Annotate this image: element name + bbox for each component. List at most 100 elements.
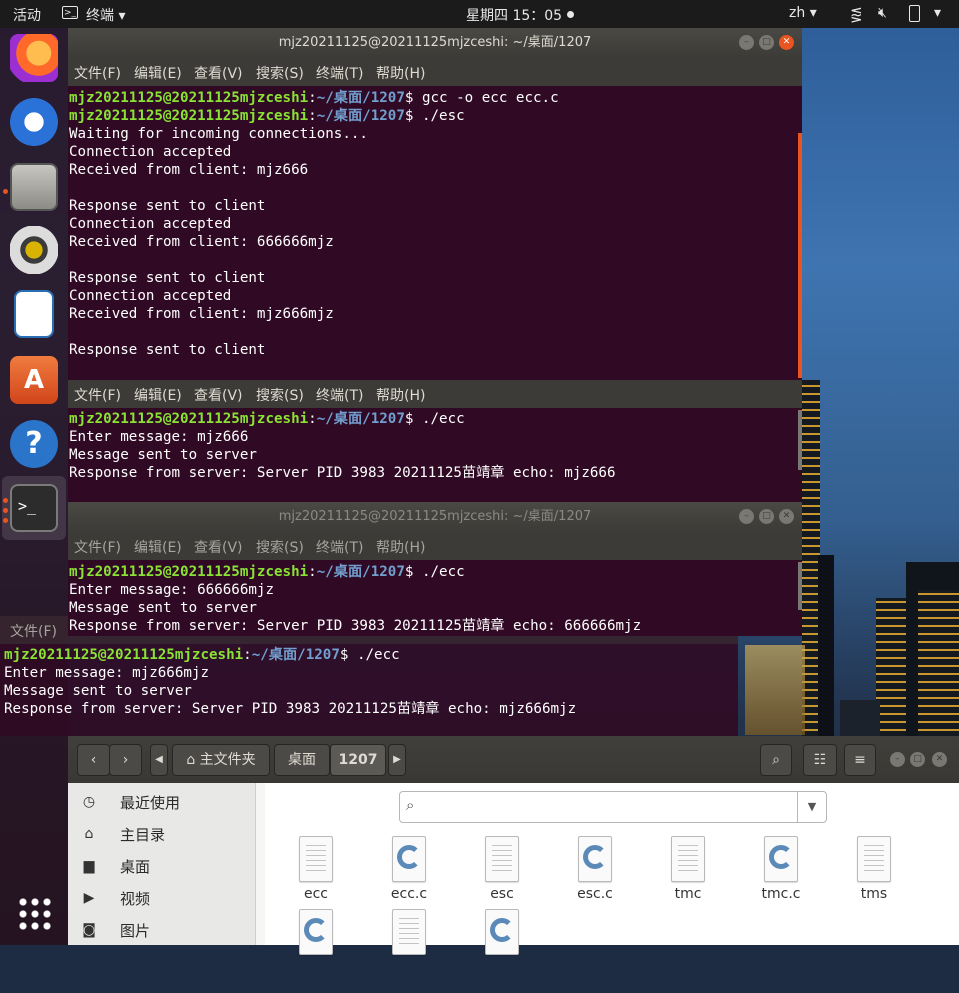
rhythmbox-icon[interactable] [10,226,58,274]
breadcrumb-desktop[interactable]: 桌面 [274,744,330,776]
menu-item[interactable]: 文件(F) [74,63,121,83]
window-titlebar[interactable]: mjz20211125@20211125mjzceshi: ~/桌面/1207 [68,502,802,532]
breadcrumb-home-label: 主文件夹 [199,752,256,768]
terminal-window-3[interactable]: mjz20211125@20211125mjzceshi: ~/桌面/1207 … [68,502,802,636]
maximize-icon[interactable]: □ [910,752,925,767]
menu-item[interactable]: 文件(F) [74,537,121,557]
dock: A ? >_ [0,28,68,945]
libreoffice-writer-icon[interactable] [14,290,54,338]
minimize-icon[interactable]: – [890,752,905,767]
network-icon[interactable]: ⪏ [850,5,863,23]
terminal-window-1[interactable]: mjz20211125@20211125mjzceshi: ~/桌面/1207 … [68,28,802,380]
executable-file-icon [671,836,705,882]
scrollbar[interactable] [798,133,802,378]
window-title: mjz20211125@20211125mjzceshi: ~/桌面/1207 [278,509,592,524]
menu-item[interactable]: 编辑(E) [134,385,182,405]
file-item[interactable]: tmc.c [744,836,818,920]
menu-item[interactable]: 搜索(S) [256,385,304,405]
battery-icon[interactable] [909,5,920,22]
terminal-icon[interactable]: >_ [10,484,58,532]
c-source-file-icon [392,836,426,882]
app-menu-button[interactable]: 终端 ▾ [86,5,125,25]
minimize-icon[interactable]: – [739,35,754,50]
menu-item[interactable]: 查看(V) [194,385,243,405]
show-applications-icon[interactable] [17,896,51,930]
files-icon[interactable] [10,163,58,211]
forward-icon[interactable]: › [109,744,142,776]
volume-icon[interactable]: 🔇︎ [878,5,887,21]
sidebar-item-recent[interactable]: ◷ 最近使用 [68,786,255,818]
scrollbar[interactable] [798,410,802,470]
menu-item[interactable]: 终端(T) [316,385,363,405]
maximize-icon[interactable]: □ [759,509,774,524]
file-item[interactable]: tmc [651,836,725,920]
menu-item[interactable]: 帮助(H) [376,537,425,557]
text-rule [399,923,419,924]
c-letter-icon [583,845,607,869]
path-right-icon[interactable]: ▶ [388,744,406,776]
breadcrumb-1207[interactable]: 1207 [330,744,386,776]
help-icon[interactable]: ? [10,420,58,468]
top-bar: 活动 >_ 终端 ▾ 星期四 15：05 zh ▾ ⪏ 🔇︎ ▾ [0,0,959,28]
close-icon[interactable]: ✕ [779,509,794,524]
file-item[interactable]: esc [465,836,539,920]
sidebar-item-desktop[interactable]: ▆ 桌面 [68,850,255,882]
file-item[interactable]: tms [837,836,911,920]
file-item[interactable]: ecc.c [372,836,446,920]
file-manager-window[interactable]: ‹ › ◀ ⌂ 主文件夹 桌面 1207 ▶ ⌕ ☷ ≡ – □ ✕ ◷ 最近使用… [68,736,959,955]
system-menu-arrow-icon[interactable]: ▾ [934,5,941,21]
file-item[interactable]: ecc [279,836,353,920]
path-left-icon[interactable]: ◀ [150,744,168,776]
hamburger-menu-icon[interactable]: ≡ [844,744,876,776]
view-toggle-icon[interactable]: ☷ [803,744,837,776]
clock-label: 星期四 15：05 [466,8,563,24]
window-titlebar[interactable]: mjz20211125@20211125mjzceshi: ~/桌面/1207 [68,28,802,58]
search-input[interactable]: ⌕ ▼ [399,791,827,823]
file-name: ecc.c [390,886,428,902]
file-item[interactable]: esc.c [558,836,632,920]
search-icon[interactable]: ⌕ [760,744,792,776]
menu-file[interactable]: 文件(F) [10,621,57,641]
terminal-window-2[interactable]: 文件(F) 编辑(E) 查看(V) 搜索(S) 终端(T) 帮助(H) mjz202111… [68,380,802,502]
menu-item[interactable]: 终端(T) [316,537,363,557]
software-center-icon[interactable]: A [10,356,58,404]
menu-item[interactable]: 帮助(H) [376,63,425,83]
firefox-icon[interactable] [10,34,58,82]
menu-item[interactable]: 查看(V) [194,63,243,83]
menu-item[interactable]: 帮助(H) [376,385,425,405]
dropdown-arrow-icon[interactable]: ▼ [797,792,826,822]
back-icon[interactable]: ‹ [77,744,110,776]
menu-item[interactable]: 编辑(E) [134,537,182,557]
file-item[interactable] [372,909,446,993]
minimize-icon[interactable]: – [739,509,754,524]
thunderbird-icon[interactable] [10,98,58,146]
menu-item[interactable]: 终端(T) [316,63,363,83]
input-method-menu[interactable]: zh ▾ [789,5,817,21]
prompt-user: mjz20211125@20211125mjzceshi [69,108,309,124]
sidebar-item-label: 桌面 [120,858,151,876]
sidebar-item-pictures[interactable]: ◙ 图片 [68,914,255,946]
menubar: 文件(F) 编辑(E) 查看(V) 搜索(S) 终端(T) 帮助(H) [68,58,802,86]
close-icon[interactable]: ✕ [779,35,794,50]
terminal-output: mjz20211125@20211125mjzceshi:~/桌面/1207$ … [69,410,616,482]
menu-item[interactable]: 搜索(S) [256,63,304,83]
output-line: Received from client: 666666mjz [69,234,334,250]
menu-item[interactable]: 查看(V) [194,537,243,557]
menu-item[interactable]: 编辑(E) [134,63,182,83]
clock[interactable]: 星期四 15：05 [466,5,574,25]
close-icon[interactable]: ✕ [932,752,947,767]
menu-item[interactable]: 搜索(S) [256,537,304,557]
file-item[interactable] [279,909,353,993]
sidebar-item-home[interactable]: ⌂ 主目录 [68,818,255,850]
activities-button[interactable]: 活动 [13,5,41,25]
folder-icon: ▆ [83,858,95,874]
breadcrumb-home[interactable]: ⌂ 主文件夹 [172,744,270,776]
sidebar-item-videos[interactable]: ▶ 视频 [68,882,255,914]
menu-item[interactable]: 文件(F) [74,385,121,405]
running-indicator [3,189,8,194]
file-item[interactable] [465,909,539,993]
scrollbar[interactable] [798,562,802,610]
text-rule [864,850,884,851]
maximize-icon[interactable]: □ [759,35,774,50]
command-text: gcc -o ecc ecc.c [413,90,559,106]
